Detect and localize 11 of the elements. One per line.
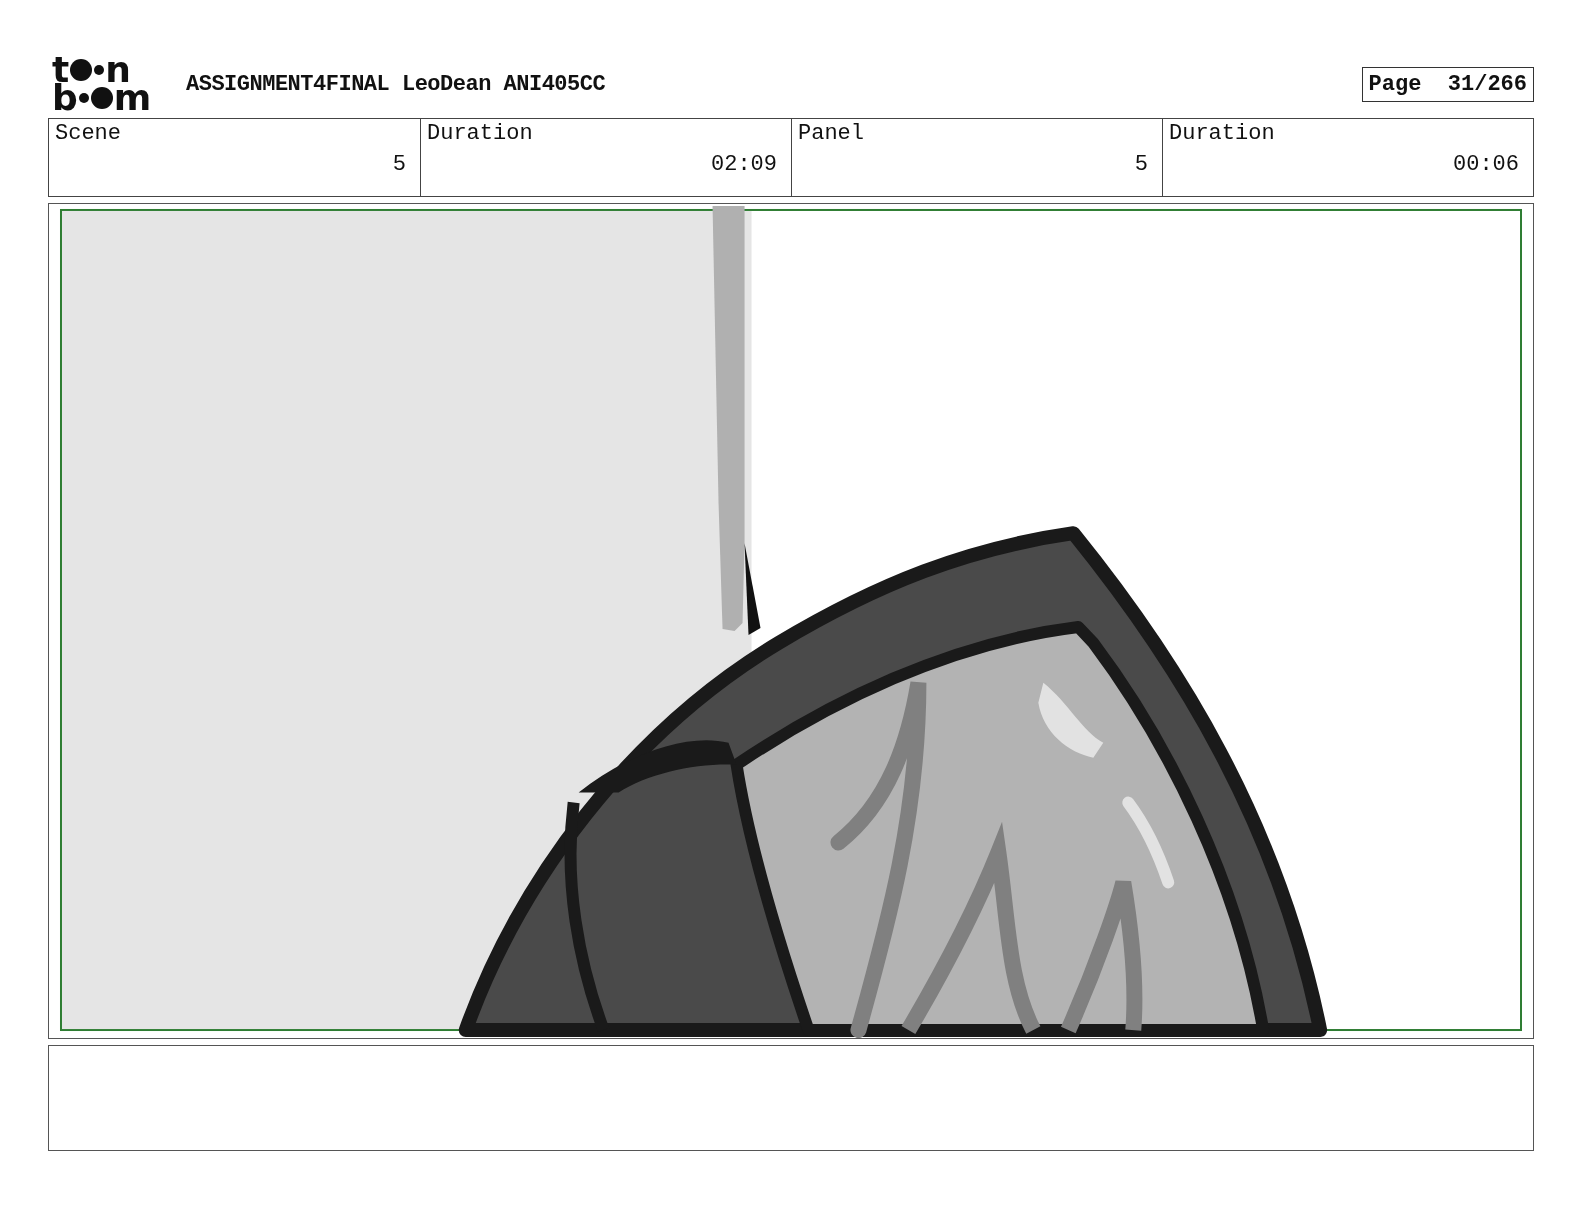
field-value: 5 — [392, 152, 406, 177]
logo: t n b m — [52, 56, 153, 112]
page-number: Page 31/266 — [1361, 66, 1534, 102]
field-label: Panel — [798, 121, 864, 146]
field-value: 02:09 — [711, 152, 777, 177]
field-value: 00:06 — [1453, 152, 1519, 177]
field-label: Duration — [427, 121, 533, 146]
document-title: ASSIGNMENT4FINAL LeoDean ANI405CC — [186, 71, 607, 97]
field-label: Duration — [1169, 121, 1275, 146]
field-value: 5 — [1134, 152, 1148, 177]
field-label: Scene — [55, 121, 121, 146]
